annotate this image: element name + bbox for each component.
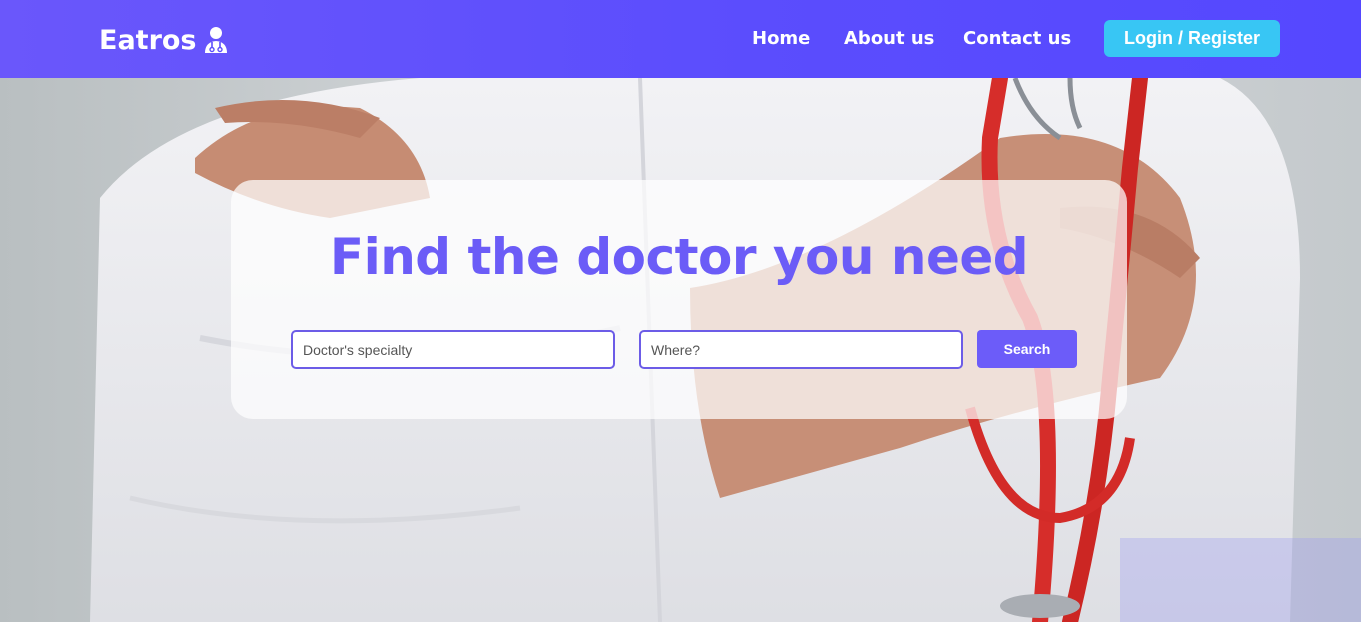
hero-title: Find the doctor you need [329,228,1029,286]
search-card: Find the doctor you need Search [231,180,1127,419]
nav-home[interactable]: Home [752,28,810,49]
brand-name: Eatros [99,24,197,56]
header: Eatros Home About us Contact us Login / … [0,0,1361,78]
nav-contact-us[interactable]: Contact us [963,28,1071,49]
login-register-button[interactable]: Login / Register [1104,20,1280,57]
doctor-icon [203,26,229,54]
location-input[interactable] [639,330,963,369]
nav-about-us[interactable]: About us [844,28,934,49]
brand[interactable]: Eatros [99,22,229,58]
specialty-input[interactable] [291,330,615,369]
search-button[interactable]: Search [977,330,1077,368]
